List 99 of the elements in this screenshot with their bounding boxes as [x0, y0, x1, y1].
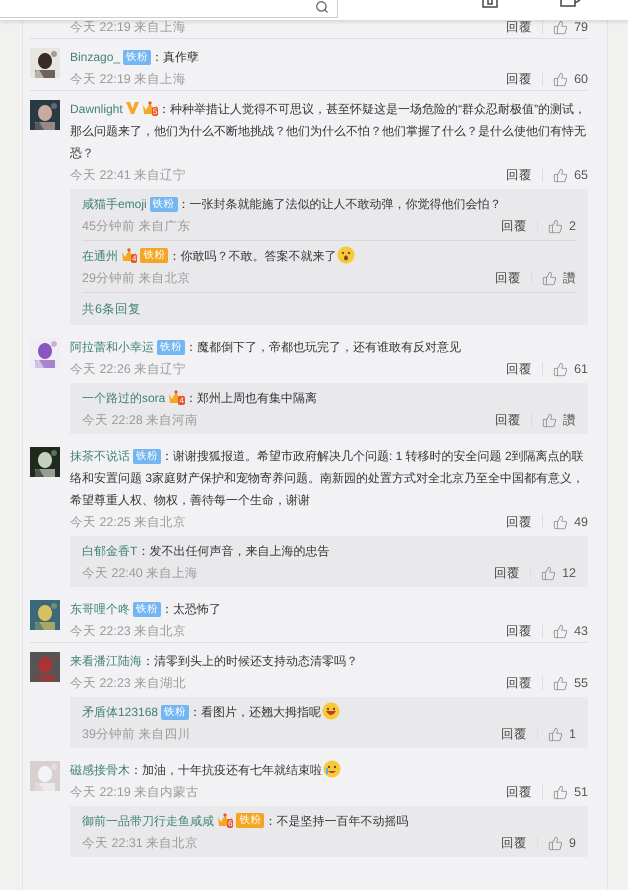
comment-text: 阿拉蕾和小幸运 铁粉 ：魔都倒下了，帝都也玩完了，还有谁敢有反对意见	[70, 339, 462, 357]
reply-link[interactable]: 回覆	[501, 834, 528, 852]
like-button[interactable]: 79	[553, 20, 588, 34]
user-name[interactable]: 在通州	[82, 249, 118, 263]
reply-link[interactable]: 回覆	[506, 70, 532, 88]
comment-meta: 今天 22:23 来自湖北	[70, 674, 188, 692]
comment-text: 在通州 4 铁粉 ：你敢吗？不敢。答案不就来了	[82, 245, 576, 267]
reply-link[interactable]: 回覆	[506, 166, 532, 184]
comment-meta: 45分钟前 来自广东	[82, 218, 192, 234]
comment-meta: 今天 22:41 来自辽宁	[70, 166, 188, 184]
like-button[interactable]: 55	[553, 676, 588, 690]
thumbs-up-icon	[553, 624, 568, 638]
reply-link[interactable]: 回覆	[495, 270, 521, 286]
comment-text: 咸猫手emoji 铁粉 ：一张封条就能施了法似的让人不敢动弹，你觉得他们会怕？	[82, 196, 503, 214]
thumbs-up-icon	[553, 676, 568, 690]
fan-badge: 铁粉	[123, 50, 152, 65]
user-name[interactable]: 来看潘江陆海	[70, 654, 142, 668]
comment-text: 御前一品带刀行走鱼咸咸 6 铁粉 ：不是坚持一百年不动摇吗	[82, 812, 410, 830]
reply-link[interactable]: 回覆	[506, 360, 532, 378]
search-field[interactable]	[0, 0, 338, 18]
thumbs-up-icon	[542, 412, 557, 428]
like-button[interactable]: 65	[553, 168, 588, 182]
comment-meta: 今天 22:19 来自内蒙古	[70, 784, 200, 800]
comment-meta: 今天 22:26 来自辽宁	[70, 360, 188, 378]
user-name[interactable]: 磁感接骨木	[70, 763, 130, 777]
reply-link[interactable]: 回覆	[506, 674, 532, 692]
thumbs-up-icon	[553, 72, 568, 86]
fan-badge: 铁粉	[236, 812, 264, 828]
reply-link[interactable]: 回覆	[506, 514, 532, 530]
search-icon	[315, 0, 329, 14]
user-name[interactable]: 东哥哩个咚	[70, 602, 130, 616]
comment-text: 抹茶不说话 铁粉 ：谢谢搜狐报道。希望市政府解决几个问题: 1 转移时的安全问题 2到隔离点的联络和安置问题 3家庭财产保护和宠物寄养问题。南新园的处置方式对全北京乃至全中国都有意义，希望尊重人权、物权，善待每一个生命，谢谢	[70, 448, 586, 509]
thumbs-up-icon	[548, 836, 564, 850]
comment-meta: 今天 22:19 来自上海	[70, 70, 188, 88]
like-button[interactable]: 2	[548, 218, 576, 234]
fan-badge: 铁粉	[150, 197, 178, 212]
like-button[interactable]: 12	[541, 566, 576, 580]
fan-badge: 铁粉	[133, 449, 161, 464]
comment-meta: 今天 22:28 来自河南	[82, 412, 200, 428]
fan-badge: 铁粉	[133, 602, 161, 617]
level-badge: 4	[178, 396, 185, 404]
screen-icon[interactable]	[560, 0, 582, 8]
like-button[interactable]: 51	[553, 784, 588, 800]
comment-text: Binzago_ 铁粉 ：真作孽	[70, 49, 200, 67]
thumbs-up-icon	[548, 726, 564, 742]
user-name[interactable]: 矛盾体123168	[82, 705, 158, 719]
reply-link[interactable]: 回覆	[501, 218, 528, 234]
reply-link[interactable]: 回覆	[495, 412, 521, 428]
thumbs-up-icon	[553, 784, 568, 800]
comment-text: 一个路过的sora 4：郑州上周也有集中隔离	[82, 389, 318, 407]
like-button[interactable]: 讚	[542, 412, 576, 428]
thumbs-up-icon	[541, 566, 556, 580]
comment-meta: 今天 22:23 来自北京	[70, 622, 188, 640]
reply-link[interactable]: 回覆	[506, 622, 532, 640]
comment-meta: 今天 22:40 来自上海	[82, 564, 200, 582]
reply-link[interactable]: 回覆	[494, 564, 520, 582]
user-name[interactable]: Dawnlight	[70, 102, 123, 116]
fan-badge: 铁粉	[140, 248, 168, 262]
comment-text: 东哥哩个咚 铁粉 ：太恐怖了	[70, 601, 222, 619]
fan-badge: 铁粉	[161, 705, 190, 720]
like-button[interactable]: 43	[553, 624, 588, 638]
thumbs-up-icon	[553, 362, 568, 376]
thumbs-up-icon	[553, 514, 568, 530]
comment-text: 来看潘江陆海：清零到头上的时候还支持动态清零吗？	[70, 653, 359, 670]
like-button[interactable]: 9	[548, 836, 576, 850]
reply-link[interactable]: 回覆	[506, 784, 532, 800]
more-replies-link[interactable]: 共6条回复	[82, 293, 576, 325]
comment-text: Dawnlight 5：种种举措让人觉得不可思议，甚至怀疑这是一场危险的“群众忍耐极值”的测试，那么问题来了，他们为什么不断地挑战？他们为什么不怕？他们掌握了什么？是什么使他们有恃无恐？	[70, 100, 588, 162]
like-button[interactable]: 1	[548, 726, 576, 742]
user-name[interactable]: 白郁金香T	[82, 544, 138, 558]
user-name[interactable]: 抹茶不说话	[70, 449, 130, 463]
thumbs-up-icon	[542, 270, 557, 286]
verified-icon	[126, 102, 139, 114]
comment-meta: 今天 22:25 来自北京	[70, 514, 188, 530]
comment-text: 矛盾体123168 铁粉 ：看图片，还翘大拇指呢	[82, 701, 576, 723]
comment-meta: 29分钟前 来自北京	[82, 270, 192, 286]
like-button[interactable]: 61	[553, 362, 588, 376]
like-button[interactable]: 60	[553, 72, 588, 86]
user-name[interactable]: 咸猫手emoji	[82, 197, 147, 211]
comment-meta: 今天 22:19 来自上海	[70, 18, 188, 36]
comment-meta: 39分钟前 来自四川	[82, 726, 192, 742]
comment-meta: 今天 22:31 来自北京	[82, 834, 200, 852]
thumbs-up-icon	[553, 20, 568, 34]
thumbs-up-icon	[553, 168, 568, 182]
thumbs-up-icon	[548, 218, 564, 234]
user-name[interactable]: 御前一品带刀行走鱼咸咸	[82, 814, 214, 828]
user-name[interactable]: 阿拉蕾和小幸运	[70, 340, 154, 354]
reply-link[interactable]: 回覆	[501, 726, 528, 742]
building-icon[interactable]	[482, 0, 498, 8]
fan-badge: 铁粉	[157, 340, 185, 355]
user-name[interactable]: Binzago_	[70, 50, 120, 64]
like-button[interactable]: 讚	[542, 270, 576, 286]
user-name[interactable]: 一个路过的sora	[82, 391, 166, 405]
level-badge: 4	[131, 254, 138, 262]
like-button[interactable]: 49	[553, 514, 588, 530]
comment-text: 磁感接骨木：加油，十年抗疫还有七年就结束啦	[70, 759, 588, 781]
comment-text: 白郁金香T：发不出任何声音，来自上海的忠告	[82, 543, 330, 560]
level-badge: 6	[227, 818, 234, 828]
reply-link[interactable]: 回覆	[506, 18, 532, 36]
